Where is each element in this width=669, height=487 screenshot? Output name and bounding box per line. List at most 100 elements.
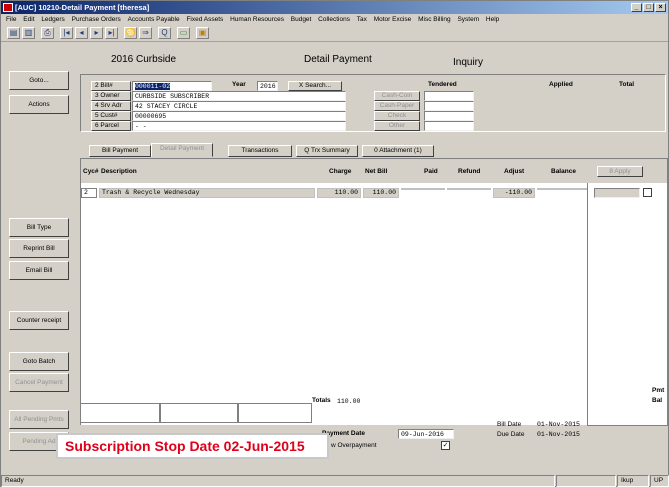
close-button[interactable]: × [655, 3, 666, 12]
tab-detail-payment[interactable]: Detail Payment [151, 143, 213, 157]
toolbar: ▤ ▥ ⎙ |◂ ◂ ▸ ▸| ♋ ⇒ Q ▭ ▣ [1, 25, 668, 42]
tab-bill-payment[interactable]: Bill Payment [89, 145, 151, 157]
totals-label: Totals [312, 397, 331, 404]
title-bar: [AUC] 10210-Detail Payment [theresa] [1, 1, 668, 14]
tab-trx-summary[interactable]: Q Trx Summary [296, 145, 358, 157]
menu-edit[interactable]: Edit [23, 16, 34, 23]
minimize-button[interactable]: _ [631, 3, 642, 12]
app-icon [3, 3, 13, 12]
search-icon[interactable]: Q [158, 27, 171, 39]
menu-purchase-orders[interactable]: Purchase Orders [72, 16, 121, 23]
status-bar: Ready [1, 475, 555, 487]
tendered-header: Tendered [428, 81, 457, 88]
col-net-bill-header: Net Bill [365, 168, 388, 175]
year-field[interactable]: 2016 [257, 81, 278, 91]
parcel-field[interactable]: - - [132, 121, 346, 131]
print-icon[interactable]: ⎙ [41, 27, 54, 39]
parcel-button[interactable]: 6 Parcel [91, 121, 131, 131]
bill-date-value: 01-Nov-2015 [537, 421, 580, 428]
menu-misc-billing[interactable]: Misc Billing [418, 16, 451, 23]
row-cyc: 2 [81, 188, 97, 198]
menu-human-resources[interactable]: Human Resources [230, 16, 284, 23]
menu-collections[interactable]: Collections [318, 16, 350, 23]
cash-paper-button[interactable]: Cash-Paper [374, 101, 420, 111]
prev-record-icon[interactable]: ◂ [75, 27, 88, 39]
customer-number-field[interactable]: 00000695 [132, 111, 346, 121]
subscription-stop-banner: Subscription Stop Date 02-Jun-2015 [56, 433, 329, 459]
pmt-column-divider [587, 183, 588, 426]
service-address-button[interactable]: 4 Srv Adr [91, 101, 131, 111]
menu-file[interactable]: File [6, 16, 16, 23]
status-mode: UP [650, 475, 669, 487]
col-refund-header: Refund [458, 168, 481, 175]
pmt-label: Pmt [652, 387, 665, 394]
detail-grid [80, 158, 668, 426]
totals-charge: 110.00 [337, 398, 361, 405]
apply-amount-field[interactable] [594, 188, 640, 198]
customer-number-button[interactable]: 5 Cust# [91, 111, 131, 121]
menu-help[interactable]: Help [486, 16, 499, 23]
owner-button[interactable]: 3 Owner [91, 91, 131, 101]
next-record-icon[interactable]: ▸ [90, 27, 103, 39]
cash-coin-button[interactable]: Cash-Coin [374, 91, 420, 101]
menu-tax[interactable]: Tax [357, 16, 367, 23]
reprint-bill-button[interactable]: Reprint Bill [9, 239, 69, 258]
other-field[interactable] [424, 121, 474, 131]
maximize-button[interactable]: □ [643, 3, 654, 12]
all-pending-payments-button[interactable]: All Pending Pmts [9, 410, 69, 429]
apply-checkbox[interactable] [643, 188, 652, 197]
bill-number-field[interactable]: 000011-02 [132, 81, 212, 91]
menu-fixed-assets[interactable]: Fixed Assets [186, 16, 223, 23]
summary-box-1 [80, 403, 160, 423]
last-record-icon[interactable]: ▸| [105, 27, 118, 39]
row-adjust: -110.00 [493, 188, 535, 198]
check-field[interactable] [424, 111, 474, 121]
find-icon[interactable]: ⇒ [139, 27, 152, 39]
col-cyc-header: Cyc# [83, 168, 99, 175]
total-header: Total [619, 81, 635, 88]
col-adjust-header: Adjust [504, 168, 525, 175]
menu-budget[interactable]: Budget [291, 16, 312, 23]
row-paid [401, 188, 445, 190]
menu-bar: File Edit Ledgers Purchase Orders Accoun… [1, 14, 668, 25]
cash-paper-field[interactable] [424, 101, 474, 111]
copy-icon[interactable]: ▤ [7, 27, 20, 39]
summary-box-3 [238, 403, 312, 423]
email-bill-button[interactable]: Email Bill [9, 261, 69, 280]
bill-date-label: Bill Date [497, 421, 522, 428]
save-icon[interactable]: ▣ [196, 27, 209, 39]
menu-motor-excise[interactable]: Motor Excise [374, 16, 412, 23]
first-record-icon[interactable]: |◂ [60, 27, 73, 39]
table-row[interactable]: 2 Trash & Recycle Wednesday 110.00 110.0… [81, 188, 588, 198]
applied-header: Applied [549, 81, 573, 88]
goto-button[interactable]: Goto... [9, 71, 69, 90]
status-blank [556, 475, 616, 487]
paste-icon[interactable]: ▥ [22, 27, 35, 39]
search-button[interactable]: X Search... [288, 81, 342, 91]
actions-button[interactable]: Actions [9, 95, 69, 114]
menu-system[interactable]: System [457, 16, 479, 23]
window-title: [AUC] 10210-Detail Payment [theresa] [15, 3, 150, 12]
summary-box-2 [160, 403, 238, 423]
binoculars-icon[interactable]: ♋ [124, 27, 137, 39]
cash-coin-field[interactable] [424, 91, 474, 101]
cancel-payment-button[interactable]: Cancel Payment [9, 373, 69, 392]
due-date-label: Due Date [497, 431, 525, 438]
menu-ledgers[interactable]: Ledgers [41, 16, 65, 23]
goto-batch-button[interactable]: Goto Batch [9, 352, 69, 371]
tab-attachment[interactable]: 0 Attachment (1) [362, 145, 434, 157]
bill-number-button[interactable]: 2 Bill# [91, 81, 131, 91]
owner-field[interactable]: CURBSIDE SUBSCRIBER [132, 91, 346, 101]
list-icon[interactable]: ▭ [177, 27, 190, 39]
menu-accounts-payable[interactable]: Accounts Payable [128, 16, 180, 23]
col-description-header: Description [101, 168, 137, 175]
apply-button[interactable]: 8 Apply [597, 166, 643, 177]
overpayment-checkbox[interactable]: ✓ [441, 441, 450, 450]
check-button[interactable]: Check [374, 111, 420, 121]
payment-date-field[interactable]: 09-Jun-2016 [398, 429, 454, 439]
service-address-field[interactable]: 42 STACEY CIRCLE [132, 101, 346, 111]
other-button[interactable]: Other [374, 121, 420, 131]
bill-type-button[interactable]: Bill Type [9, 218, 69, 237]
counter-receipt-button[interactable]: Counter receipt [9, 311, 69, 330]
tab-transactions[interactable]: Transactions [228, 145, 292, 157]
